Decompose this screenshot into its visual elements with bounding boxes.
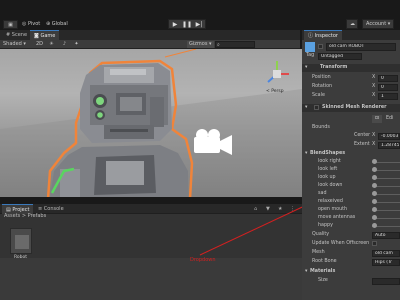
chevron-down-icon: ▾ bbox=[305, 105, 308, 110]
update-offscreen-checkbox[interactable] bbox=[372, 241, 377, 246]
smr-header[interactable]: ▾ Skinned Mesh Renderer bbox=[302, 104, 400, 112]
transform-header[interactable]: ▾ Transform bbox=[302, 64, 400, 72]
pause-icon[interactable]: ❚❚ bbox=[181, 20, 193, 28]
blendshape-row: look down bbox=[302, 182, 400, 190]
info-icon: ⓘ bbox=[308, 33, 314, 39]
main-toolbar: ▣ ◎ Pivot ⊕ Global ▶ ❚❚ ▶| ☁ Account ▾ bbox=[0, 0, 400, 30]
light-icon[interactable]: ☀ bbox=[47, 41, 56, 48]
blendshape-slider[interactable] bbox=[372, 167, 377, 172]
blendshapes-header[interactable]: ▾ BlendShapes bbox=[302, 150, 400, 158]
update-offscreen-label: Update When Offscreen bbox=[312, 241, 370, 246]
blendshape-row: look up bbox=[302, 174, 400, 182]
cloud-icon[interactable]: ☁ bbox=[346, 19, 358, 29]
extent-label: Extent bbox=[354, 142, 370, 147]
edit-bounds-icon[interactable]: ⊡ bbox=[372, 115, 382, 123]
blendshape-slider[interactable] bbox=[372, 191, 377, 196]
chevron-down-icon: ▾ bbox=[305, 269, 308, 274]
audio-icon[interactable]: ♪ bbox=[60, 41, 69, 48]
blendshape-row: look left bbox=[302, 166, 400, 174]
root-bone-field[interactable]: Hips (Tr bbox=[372, 259, 400, 266]
tag-dropdown[interactable]: Untagged bbox=[318, 53, 362, 60]
inspector-panel: old cam ROBOT Tag Untagged ▾ Transform P… bbox=[302, 40, 400, 300]
pivot-toggle[interactable]: ◎ Pivot bbox=[22, 20, 40, 29]
blendshape-row: move antennas bbox=[302, 214, 400, 222]
tab-inspector[interactable]: ⓘ Inspector bbox=[304, 30, 342, 40]
center-x-field[interactable]: -0.0003 bbox=[378, 133, 400, 140]
blendshape-slider[interactable] bbox=[372, 159, 377, 164]
camera-gizmo-icon[interactable] bbox=[190, 125, 234, 159]
blendshape-row: look right bbox=[302, 158, 400, 166]
mesh-label: Mesh bbox=[312, 250, 325, 255]
extent-x-field[interactable]: 1.28745 bbox=[378, 142, 400, 149]
robot-model[interactable] bbox=[20, 53, 210, 197]
grid-icon: # bbox=[6, 32, 11, 38]
size-label: Size bbox=[318, 278, 328, 283]
search-input[interactable]: ⌕ bbox=[215, 41, 255, 48]
gizmos-dropdown[interactable]: Gizmos ▾ bbox=[187, 41, 214, 48]
pivot-icon: ◎ bbox=[22, 21, 27, 27]
breadcrumb[interactable]: Assets > Prefabs bbox=[4, 213, 46, 219]
active-checkbox[interactable] bbox=[318, 44, 323, 49]
chevron-down-icon: ▾ bbox=[305, 151, 308, 156]
orientation-gizmo-icon[interactable] bbox=[262, 59, 292, 89]
blendshape-row: relaxeived bbox=[302, 198, 400, 206]
playback-controls: ▶ ❚❚ ▶| bbox=[168, 19, 206, 29]
blendshape-slider[interactable] bbox=[372, 215, 377, 220]
materials-header[interactable]: ▾ Materials bbox=[302, 268, 400, 276]
rect-tool-icon[interactable]: ▣ bbox=[3, 20, 18, 29]
position-x-field[interactable]: 0 bbox=[378, 75, 398, 82]
scale-label: Scale bbox=[312, 93, 325, 98]
bounds-label: Bounds bbox=[312, 125, 330, 130]
blendshape-row: open mouth bbox=[302, 206, 400, 214]
tag-label: Tag bbox=[306, 53, 315, 58]
shading-mode-dropdown[interactable]: Shaded ▾ bbox=[3, 41, 26, 48]
center-label: Center bbox=[354, 133, 371, 138]
prefab-thumbnail[interactable] bbox=[10, 228, 32, 254]
play-icon[interactable]: ▶ bbox=[169, 20, 181, 28]
2d-toggle[interactable]: 2D bbox=[36, 41, 43, 48]
gamepad-icon: ◙ bbox=[34, 33, 39, 39]
blendshape-slider[interactable] bbox=[372, 183, 377, 188]
gameobject-icon bbox=[305, 42, 315, 52]
scale-x-field[interactable]: 1 bbox=[378, 93, 398, 100]
scene-toolbar: Shaded ▾ 2D ☀ ♪ ✦ Gizmos ▾ ⌕ bbox=[0, 40, 300, 49]
blendshape-slider[interactable] bbox=[372, 223, 377, 228]
quality-dropdown[interactable]: Auto bbox=[372, 232, 400, 239]
robot-thumbnail-icon bbox=[15, 235, 29, 249]
size-field[interactable] bbox=[372, 278, 400, 285]
position-label: Position bbox=[312, 75, 331, 80]
blendshape-slider[interactable] bbox=[372, 207, 377, 212]
persp-label[interactable]: < Persp bbox=[266, 89, 284, 94]
scene-viewport[interactable]: < Persp bbox=[0, 49, 302, 197]
blendshape-slider[interactable] bbox=[372, 199, 377, 204]
smr-enabled-checkbox[interactable] bbox=[314, 105, 319, 110]
mesh-field[interactable]: old cam bbox=[372, 250, 400, 257]
global-toggle[interactable]: ⊕ Global bbox=[46, 20, 68, 29]
root-bone-label: Root Bone bbox=[312, 259, 337, 264]
annotation-label: Dropdown bbox=[190, 257, 216, 263]
effects-icon[interactable]: ✦ bbox=[72, 41, 81, 48]
quality-label: Quality bbox=[312, 232, 330, 237]
chevron-down-icon: ▾ bbox=[305, 65, 308, 70]
blendshape-slider[interactable] bbox=[372, 175, 377, 180]
search-icon: ⌕ bbox=[217, 42, 220, 48]
tab-game[interactable]: ◙ Game bbox=[30, 30, 60, 40]
rotation-label: Rotation bbox=[312, 84, 333, 89]
console-icon: ≡ bbox=[38, 206, 43, 212]
tab-scene[interactable]: # Scene bbox=[2, 30, 31, 40]
step-icon[interactable]: ▶| bbox=[193, 20, 205, 28]
view-tabs: # Scene ◙ Game bbox=[0, 30, 300, 40]
inspector-tabbar: ⓘ Inspector bbox=[302, 30, 400, 40]
globe-icon: ⊕ bbox=[46, 21, 51, 27]
account-dropdown[interactable]: Account ▾ bbox=[362, 19, 395, 29]
edit-label: Edi bbox=[386, 116, 394, 121]
rotation-x-field[interactable]: 0 bbox=[378, 84, 398, 91]
blendshape-row: happy bbox=[302, 222, 400, 230]
object-name-field[interactable]: old cam ROBOT bbox=[326, 43, 396, 51]
blendshape-row: sad bbox=[302, 190, 400, 198]
